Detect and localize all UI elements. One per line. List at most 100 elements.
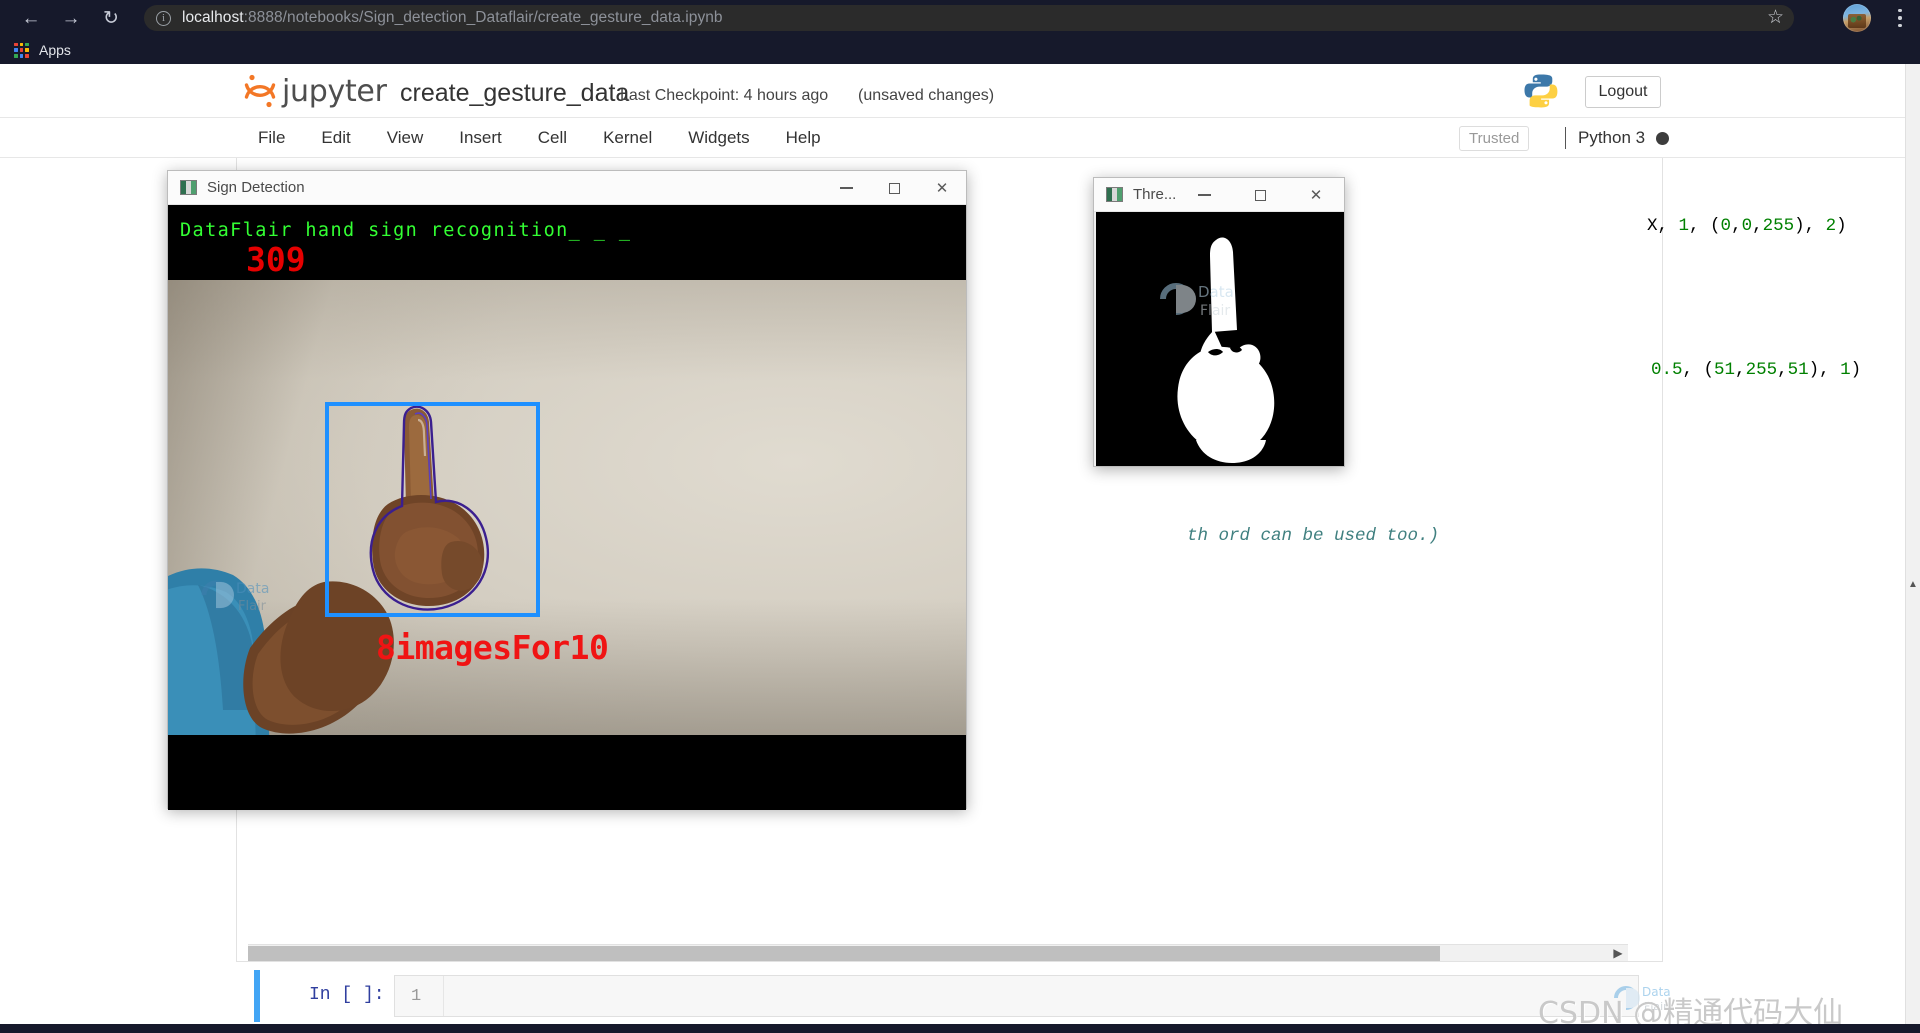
kernel-indicator[interactable]: Python 3 — [1565, 127, 1670, 149]
url-text: localhost:8888/notebooks/Sign_detection_… — [182, 9, 723, 27]
code-span: 51 — [1714, 360, 1736, 380]
code-span: , ( — [1689, 216, 1721, 236]
menu-edit[interactable]: Edit — [321, 128, 350, 148]
code-fragment: X, 1, (0,0,255), 2) — [1647, 216, 1847, 236]
forward-icon[interactable]: → — [54, 1, 88, 35]
close-icon[interactable]: ✕ — [918, 171, 966, 205]
webcam-video-frame: 8imagesFor10 Data Flair — [168, 280, 966, 735]
code-span: , — [1752, 216, 1763, 236]
threshold-window-titlebar[interactable]: Thre... ✕ — [1094, 178, 1344, 212]
menu-view[interactable]: View — [387, 128, 424, 148]
code-span: 255 — [1745, 360, 1778, 380]
url-host: localhost — [182, 9, 244, 26]
site-info-icon[interactable]: i — [156, 10, 171, 26]
menu-help[interactable]: Help — [786, 128, 821, 148]
empty-code-cell[interactable]: In [ ]: 1 — [254, 970, 1646, 1022]
code-span: 0.5 — [1651, 360, 1683, 380]
code-span: 51 — [1787, 360, 1809, 380]
sign-window-buttons: ✕ — [822, 171, 966, 205]
menu-widgets[interactable]: Widgets — [688, 128, 749, 148]
close-icon[interactable]: ✕ — [1288, 178, 1344, 212]
threshold-window[interactable]: Thre... ✕ Data Flair — [1093, 177, 1345, 467]
apps-grid-icon — [14, 42, 29, 58]
cell-input-area[interactable]: 1 — [394, 975, 1639, 1017]
screen: ← → ↻ i localhost:8888/notebooks/Sign_de… — [0, 0, 1920, 1033]
reload-icon[interactable]: ↻ — [94, 1, 128, 35]
code-span: X, — [1647, 216, 1679, 236]
code-fragment: 0.5, (51,255,51), 1) — [1651, 360, 1861, 380]
code-scroll-right-icon[interactable]: ▶ — [1610, 945, 1626, 961]
code-scrollbar-thumb[interactable] — [248, 946, 1440, 961]
code-horizontal-scrollbar[interactable] — [248, 944, 1628, 961]
minimize-icon[interactable] — [822, 171, 870, 205]
cell-line-gutter — [443, 976, 444, 1016]
roi-rectangle — [325, 402, 540, 617]
threshold-window-title: Thre... — [1133, 186, 1177, 203]
jupyter-header: jupyter create_gesture_data Last Checkpo… — [0, 64, 1905, 118]
code-span: 2 — [1825, 216, 1837, 236]
menu-insert[interactable]: Insert — [459, 128, 502, 148]
checkpoint-label: Last Checkpoint: 4 hours ago — [620, 87, 829, 104]
kebab-menu-icon[interactable] — [1890, 7, 1910, 29]
jupyter-logo-icon — [243, 73, 277, 109]
svg-text:Flair: Flair — [238, 599, 267, 614]
cell-selection-bar — [254, 970, 260, 1022]
maximize-icon[interactable] — [870, 171, 918, 205]
bookmark-star-icon[interactable]: ☆ — [1767, 8, 1784, 27]
back-icon[interactable]: ← — [14, 1, 48, 35]
jupyter-logo-text: jupyter — [282, 73, 387, 109]
code-span: , ( — [1682, 360, 1715, 380]
notebook-title[interactable]: create_gesture_data — [400, 79, 629, 108]
code-span: 0 — [1720, 216, 1732, 236]
menu-items: File Edit View Insert Cell Kernel Widget… — [258, 118, 857, 158]
apps-shortcut[interactable]: Apps — [14, 42, 71, 58]
kernel-separator — [1565, 127, 1566, 149]
sign-window-title: Sign Detection — [207, 179, 305, 196]
menu-cell[interactable]: Cell — [538, 128, 567, 148]
cell-line-number: 1 — [411, 987, 422, 1006]
sign-detection-window[interactable]: Sign Detection ✕ DataFlair hand sign rec… — [167, 170, 967, 810]
cell-prompt: In [ ]: — [309, 985, 385, 1005]
menu-file[interactable]: File — [258, 128, 285, 148]
dataflair-watermark-video: Data Flair — [196, 570, 296, 625]
unsaved-changes-label: (unsaved changes) — [858, 87, 995, 104]
bottom-strip — [0, 1024, 1920, 1033]
address-bar[interactable]: i localhost:8888/notebooks/Sign_detectio… — [144, 5, 1794, 31]
code-span: 255 — [1762, 216, 1795, 236]
dataflair-watermark-threshold: Data Flair — [1154, 272, 1264, 332]
threshold-canvas: Data Flair — [1096, 212, 1344, 466]
threshold-window-buttons: ✕ — [1176, 178, 1344, 212]
kernel-status-icon — [1656, 131, 1670, 145]
code-span: , — [1731, 216, 1742, 236]
svg-text:Flair: Flair — [1200, 303, 1230, 319]
code-span: 0 — [1741, 216, 1753, 236]
trusted-badge: Trusted — [1459, 126, 1530, 151]
sign-window-titlebar[interactable]: Sign Detection ✕ — [168, 171, 966, 205]
code-span: , — [1735, 360, 1746, 380]
overlay-bottom-text: 8imagesFor10 — [376, 628, 609, 667]
scroll-up-icon[interactable]: ▲ — [1908, 579, 1918, 590]
avatar[interactable] — [1843, 4, 1871, 32]
jupyter-logo[interactable]: jupyter — [243, 73, 387, 109]
code-span: ), — [1808, 360, 1841, 380]
kernel-name: Python 3 — [1578, 128, 1646, 147]
overlay-count-text: 309 — [246, 240, 306, 279]
apps-label: Apps — [39, 42, 71, 58]
url-path: :8888/notebooks/Sign_detection_Dataflair… — [243, 9, 723, 26]
sign-window-canvas: DataFlair hand sign recognition_ _ _ 309 — [168, 205, 966, 810]
code-span: ) — [1850, 360, 1862, 380]
svg-text:Data: Data — [1198, 283, 1234, 301]
logout-button[interactable]: Logout — [1585, 76, 1661, 108]
minimize-icon[interactable] — [1176, 178, 1232, 212]
overlay-header-text: DataFlair hand sign recognition_ _ _ — [180, 220, 632, 241]
opencv-window-icon — [1106, 187, 1123, 202]
maximize-icon[interactable] — [1232, 178, 1288, 212]
python-logo-icon — [1522, 72, 1560, 110]
jupyter-menubar: File Edit View Insert Cell Kernel Widget… — [0, 118, 1905, 158]
code-span: 1 — [1678, 216, 1690, 236]
menu-kernel[interactable]: Kernel — [603, 128, 652, 148]
code-span: , — [1777, 360, 1788, 380]
threshold-mask — [1096, 212, 1344, 466]
page-vertical-scrollbar[interactable]: ▲ — [1905, 64, 1920, 1033]
opencv-window-icon — [180, 180, 197, 195]
